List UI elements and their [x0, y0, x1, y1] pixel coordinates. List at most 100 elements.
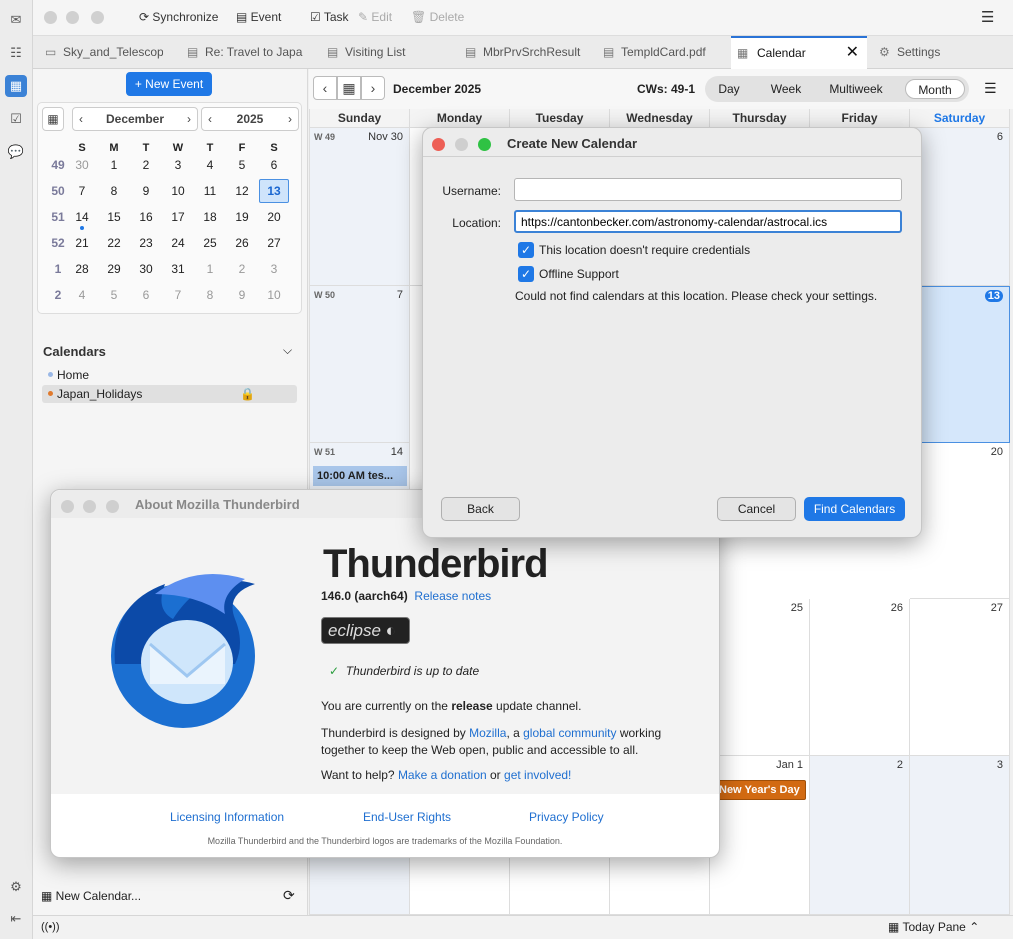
global-community-link[interactable]: global community — [523, 726, 616, 740]
mini-day[interactable]: 9 — [228, 285, 256, 305]
eula-link[interactable]: End-User Rights — [363, 810, 451, 824]
prev-period-button[interactable]: ‹ — [313, 76, 337, 100]
mini-day[interactable]: 11 — [196, 181, 224, 201]
mini-day[interactable]: 2 — [132, 155, 160, 175]
today-icon[interactable]: ▦ — [42, 107, 64, 131]
mini-day[interactable]: 10 — [260, 285, 288, 305]
next-year-icon[interactable]: › — [288, 108, 292, 130]
mini-day[interactable]: 12 — [228, 181, 256, 201]
no-credentials-checkbox[interactable]: ✓ — [518, 242, 534, 258]
mini-day[interactable]: 1 — [196, 259, 224, 279]
window-minimize-icon[interactable] — [83, 500, 96, 513]
delete-button[interactable]: 🗑 Delete — [411, 10, 464, 24]
tab-travel-to-japan[interactable]: ▤ Re: Travel to Japan — [185, 36, 303, 69]
licensing-link[interactable]: Licensing Information — [170, 810, 284, 824]
mini-day[interactable]: 8 — [196, 285, 224, 305]
menu-icon[interactable]: ☰ — [981, 8, 994, 26]
mini-day[interactable]: 17 — [164, 207, 192, 227]
mini-day[interactable]: 8 — [100, 181, 128, 201]
refresh-icon[interactable]: ⟳ — [283, 887, 295, 904]
day-cell[interactable]: 27 — [910, 599, 1010, 756]
collapse-icon[interactable]: ⇤ — [5, 908, 27, 930]
mini-day[interactable]: 18 — [196, 207, 224, 227]
mini-day[interactable]: 30 — [68, 155, 96, 175]
location-input[interactable] — [514, 210, 902, 233]
today-pane-toggle[interactable]: ▦ Today Pane ⌃ — [888, 920, 979, 934]
tab-calendar[interactable]: ▦ Calendar ✕ — [731, 36, 867, 69]
back-button[interactable]: Back — [441, 497, 520, 521]
edit-button[interactable]: ✎ Edit — [358, 10, 392, 24]
mini-day[interactable]: 7 — [68, 181, 96, 201]
calendar-item-japan-holidays[interactable]: Japan_Holidays 🔒 — [42, 385, 297, 403]
window-zoom-icon[interactable] — [106, 500, 119, 513]
prev-month-icon[interactable]: ‹ — [79, 108, 83, 130]
window-close-icon[interactable] — [61, 500, 74, 513]
tab-templdcard[interactable]: ▤ TempldCard.pdf — [601, 36, 721, 69]
mini-day[interactable]: 22 — [100, 233, 128, 253]
mini-day[interactable]: 5 — [228, 155, 256, 175]
mini-day[interactable]: 6 — [260, 155, 288, 175]
window-zoom-icon[interactable] — [478, 138, 491, 151]
tasks-icon[interactable]: ☑ — [5, 108, 27, 130]
next-month-icon[interactable]: › — [187, 108, 191, 130]
day-cell[interactable]: 25 — [710, 599, 810, 756]
mini-day[interactable]: 7 — [164, 285, 192, 305]
mini-day[interactable]: 15 — [100, 207, 128, 227]
tab-visiting-list[interactable]: ▤ Visiting List — [325, 36, 425, 69]
mini-day[interactable]: 3 — [260, 259, 288, 279]
mini-day[interactable]: 9 — [132, 181, 160, 201]
mini-day[interactable]: 28 — [68, 259, 96, 279]
mini-day[interactable]: 3 — [164, 155, 192, 175]
mozilla-link[interactable]: Mozilla — [469, 726, 506, 740]
tab-mbrprvsrchresult[interactable]: ▤ MbrPrvSrchResult — [463, 36, 581, 69]
online-status-icon[interactable]: ((•)) — [41, 921, 60, 933]
day-cell[interactable]: W 50 7 — [310, 286, 410, 443]
mini-day[interactable]: 25 — [196, 233, 224, 253]
mini-day[interactable]: 2 — [228, 259, 256, 279]
mini-day[interactable]: 20 — [260, 207, 288, 227]
release-notes-link[interactable]: Release notes — [414, 589, 491, 603]
next-period-button[interactable]: › — [361, 76, 385, 100]
mini-day[interactable]: 21 — [68, 233, 96, 253]
event-button[interactable]: ▤ Event — [236, 10, 281, 24]
mini-day[interactable]: 26 — [228, 233, 256, 253]
chat-icon[interactable]: 💬 — [5, 141, 27, 163]
view-multiweek[interactable]: Multiweek — [821, 79, 891, 99]
offline-support-checkbox[interactable]: ✓ — [518, 266, 534, 282]
synchronize-button[interactable]: ⟳ Synchronize — [139, 10, 218, 24]
day-cell[interactable]: 6 — [910, 128, 1010, 286]
mini-day[interactable]: 4 — [196, 155, 224, 175]
cancel-button[interactable]: Cancel — [717, 497, 796, 521]
mini-day[interactable]: 23 — [132, 233, 160, 253]
mini-day[interactable]: 24 — [164, 233, 192, 253]
task-button[interactable]: ☑ Task — [310, 10, 349, 24]
event-item[interactable]: 10:00 AM tes... — [313, 466, 407, 486]
privacy-link[interactable]: Privacy Policy — [529, 810, 604, 824]
tab-sky-and-telescope[interactable]: ▭ Sky_and_Telescope — [43, 36, 163, 69]
mini-day[interactable]: 1 — [100, 155, 128, 175]
mini-day[interactable]: 30 — [132, 259, 160, 279]
mini-day[interactable]: 14 — [68, 207, 96, 227]
mini-day[interactable]: 29 — [100, 259, 128, 279]
mini-day[interactable]: 4 — [68, 285, 96, 305]
holiday-event[interactable]: New Year's Day — [716, 780, 806, 800]
chevron-down-icon[interactable]: ⌵ — [283, 343, 292, 358]
layout-icon[interactable]: ☰ — [984, 80, 997, 97]
donation-link[interactable]: Make a donation — [398, 768, 487, 782]
mini-day[interactable]: 19 — [228, 207, 256, 227]
today-button[interactable]: ▦ — [337, 76, 361, 100]
mini-day[interactable]: 10 — [164, 181, 192, 201]
day-cell[interactable]: Jan 1 New Year's Day — [710, 756, 810, 915]
find-calendars-button[interactable]: Find Calendars — [804, 497, 905, 521]
calendar-item-home[interactable]: Home — [42, 366, 297, 384]
window-close-icon[interactable] — [432, 138, 445, 151]
get-involved-link[interactable]: get involved! — [504, 768, 571, 782]
calendar-icon[interactable]: ▦ — [5, 75, 27, 97]
username-input[interactable] — [514, 178, 902, 201]
mini-day[interactable]: 27 — [260, 233, 288, 253]
mini-day[interactable]: 6 — [132, 285, 160, 305]
prev-year-icon[interactable]: ‹ — [208, 108, 212, 130]
mini-day[interactable]: 16 — [132, 207, 160, 227]
mail-icon[interactable]: ✉ — [5, 9, 27, 31]
window-zoom-icon[interactable] — [91, 11, 104, 24]
